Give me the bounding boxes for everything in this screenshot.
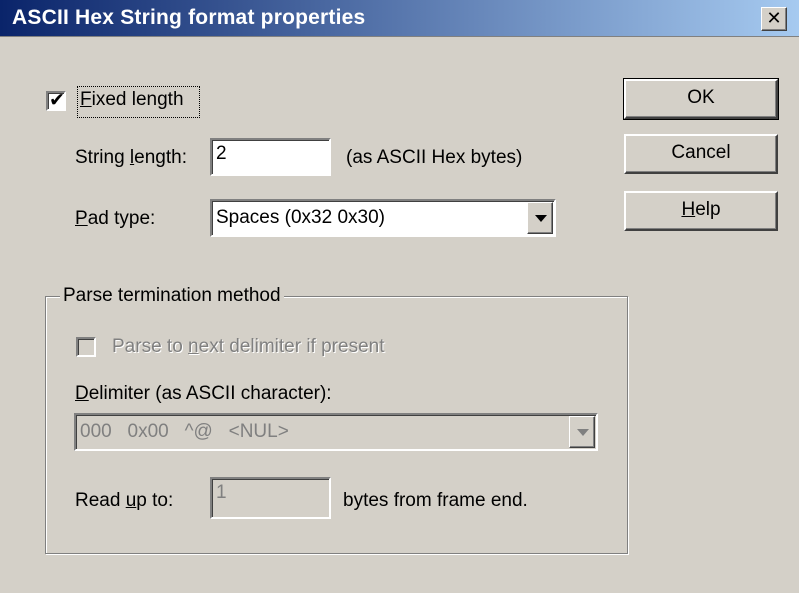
cancel-button[interactable]: Cancel: [624, 134, 778, 174]
pad-type-label: Pad type:: [75, 208, 156, 229]
string-length-input[interactable]: 2: [210, 138, 331, 176]
delimiter-value: 000 0x00 ^@ <NUL>: [80, 421, 289, 442]
string-length-label: String length:: [75, 147, 187, 168]
group-title: Parse termination method: [60, 285, 284, 307]
read-up-to-input[interactable]: 1: [210, 477, 331, 519]
delimiter-select[interactable]: 000 0x00 ^@ <NUL>: [74, 413, 598, 451]
next-delimiter-checkbox[interactable]: [76, 337, 96, 357]
ok-button[interactable]: OK: [623, 78, 779, 120]
string-length-suffix: (as ASCII Hex bytes): [346, 147, 523, 168]
checkmark-icon: ✔: [49, 90, 65, 111]
close-button[interactable]: ✕: [761, 7, 787, 31]
help-button[interactable]: Help: [624, 191, 778, 231]
chevron-down-icon[interactable]: [569, 416, 595, 448]
next-delimiter-label: Parse to next delimiter if present: [112, 336, 385, 357]
window-title: ASCII Hex String format properties: [12, 6, 366, 29]
chevron-down-icon[interactable]: [527, 202, 553, 234]
read-up-to-label: Read up to:: [75, 490, 174, 511]
pad-type-value: Spaces (0x32 0x30): [216, 207, 385, 228]
pad-type-select[interactable]: Spaces (0x32 0x30): [210, 199, 556, 237]
delimiter-label: Delimiter (as ASCII character):: [75, 383, 332, 404]
fixed-length-label[interactable]: Fixed length: [80, 89, 184, 111]
title-bar: ASCII Hex String format properties ✕: [0, 0, 799, 37]
close-icon: ✕: [766, 8, 782, 28]
fixed-length-checkbox[interactable]: ✔: [46, 90, 66, 111]
read-up-to-suffix: bytes from frame end.: [343, 490, 528, 511]
